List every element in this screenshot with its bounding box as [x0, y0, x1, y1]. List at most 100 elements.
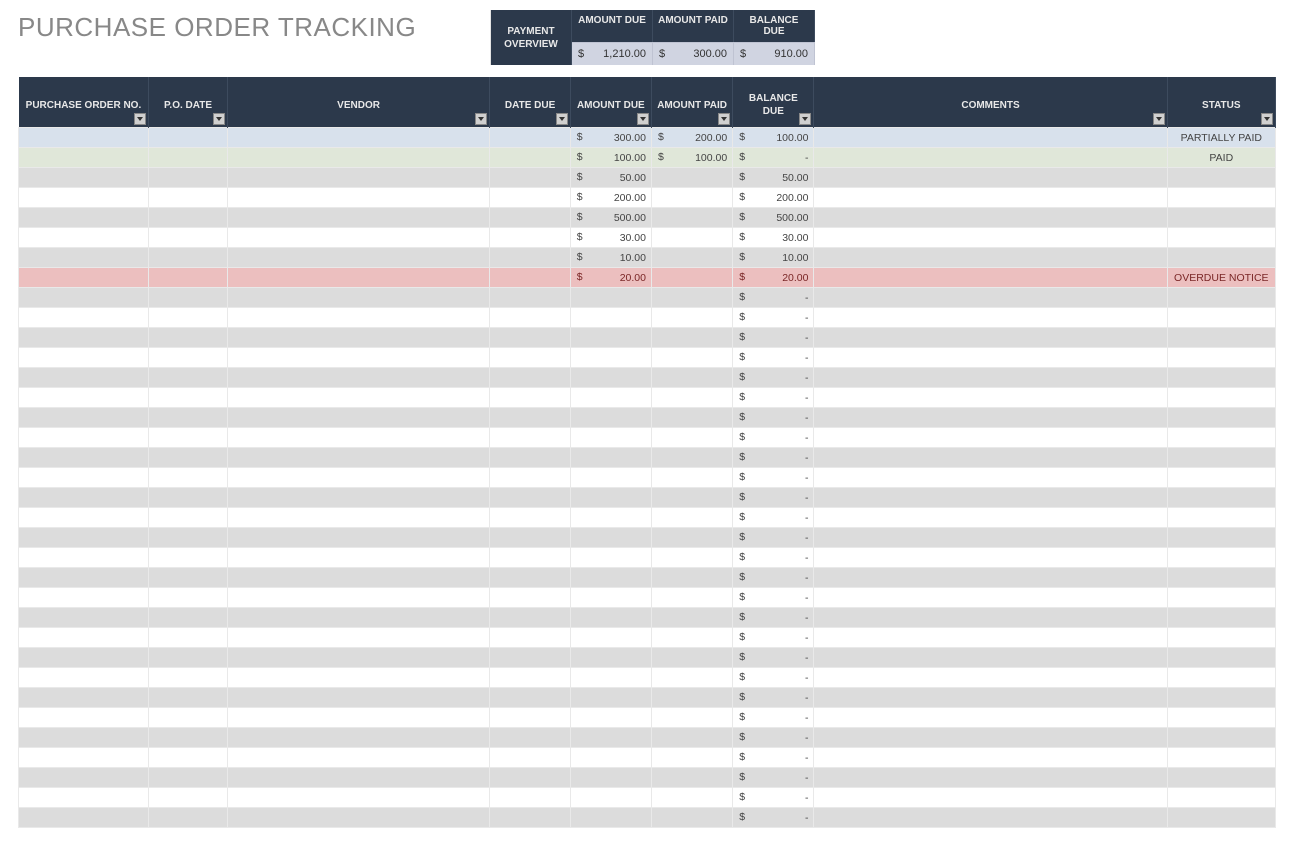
table-row[interactable]: $-: [19, 388, 1276, 408]
cell-purchase-order-no[interactable]: [19, 228, 149, 248]
cell-date-due[interactable]: [490, 348, 570, 368]
cell-amount-due[interactable]: [570, 428, 651, 448]
cell-po-date[interactable]: [149, 548, 227, 568]
cell-vendor[interactable]: [227, 288, 490, 308]
cell-balance-due[interactable]: $-: [733, 568, 814, 588]
table-row[interactable]: $-: [19, 768, 1276, 788]
cell-date-due[interactable]: [490, 668, 570, 688]
cell-vendor[interactable]: [227, 408, 490, 428]
cell-status[interactable]: [1167, 708, 1275, 728]
cell-date-due[interactable]: [490, 708, 570, 728]
cell-amount-paid[interactable]: [651, 248, 732, 268]
cell-date-due[interactable]: [490, 608, 570, 628]
cell-balance-due[interactable]: $50.00: [733, 168, 814, 188]
cell-status[interactable]: [1167, 388, 1275, 408]
cell-balance-due[interactable]: $-: [733, 328, 814, 348]
table-row[interactable]: $-: [19, 708, 1276, 728]
cell-amount-due[interactable]: [570, 668, 651, 688]
cell-vendor[interactable]: [227, 228, 490, 248]
cell-purchase-order-no[interactable]: [19, 668, 149, 688]
table-row[interactable]: $-: [19, 468, 1276, 488]
cell-amount-due[interactable]: [570, 708, 651, 728]
cell-status[interactable]: [1167, 628, 1275, 648]
filter-dropdown-icon[interactable]: [1261, 113, 1273, 125]
table-row[interactable]: $-: [19, 368, 1276, 388]
cell-status[interactable]: [1167, 448, 1275, 468]
cell-amount-due[interactable]: [570, 788, 651, 808]
cell-date-due[interactable]: [490, 228, 570, 248]
cell-status[interactable]: [1167, 368, 1275, 388]
cell-amount-due[interactable]: $10.00: [570, 248, 651, 268]
cell-po-date[interactable]: [149, 688, 227, 708]
cell-amount-due[interactable]: [570, 368, 651, 388]
cell-date-due[interactable]: [490, 408, 570, 428]
cell-vendor[interactable]: [227, 168, 490, 188]
table-row[interactable]: $-: [19, 408, 1276, 428]
cell-status[interactable]: [1167, 788, 1275, 808]
cell-purchase-order-no[interactable]: [19, 348, 149, 368]
cell-purchase-order-no[interactable]: [19, 268, 149, 288]
filter-dropdown-icon[interactable]: [475, 113, 487, 125]
cell-purchase-order-no[interactable]: [19, 568, 149, 588]
cell-balance-due[interactable]: $-: [733, 608, 814, 628]
cell-comments[interactable]: [814, 668, 1167, 688]
cell-vendor[interactable]: [227, 488, 490, 508]
cell-date-due[interactable]: [490, 128, 570, 148]
cell-balance-due[interactable]: $-: [733, 468, 814, 488]
cell-status[interactable]: [1167, 348, 1275, 368]
cell-date-due[interactable]: [490, 148, 570, 168]
cell-po-date[interactable]: [149, 348, 227, 368]
cell-status[interactable]: [1167, 188, 1275, 208]
cell-vendor[interactable]: [227, 568, 490, 588]
cell-amount-paid[interactable]: [651, 368, 732, 388]
cell-comments[interactable]: [814, 288, 1167, 308]
cell-status[interactable]: [1167, 228, 1275, 248]
table-row[interactable]: $100.00$100.00$-PAID: [19, 148, 1276, 168]
cell-date-due[interactable]: [490, 688, 570, 708]
cell-amount-due[interactable]: [570, 448, 651, 468]
cell-amount-paid[interactable]: [651, 448, 732, 468]
table-row[interactable]: $300.00$200.00$100.00PARTIALLY PAID: [19, 128, 1276, 148]
cell-date-due[interactable]: [490, 248, 570, 268]
cell-amount-paid[interactable]: [651, 308, 732, 328]
cell-balance-due[interactable]: $200.00: [733, 188, 814, 208]
cell-amount-due[interactable]: [570, 568, 651, 588]
cell-comments[interactable]: [814, 488, 1167, 508]
cell-amount-due[interactable]: $20.00: [570, 268, 651, 288]
cell-vendor[interactable]: [227, 588, 490, 608]
cell-amount-paid[interactable]: [651, 788, 732, 808]
cell-purchase-order-no[interactable]: [19, 368, 149, 388]
cell-comments[interactable]: [814, 128, 1167, 148]
cell-status[interactable]: [1167, 428, 1275, 448]
cell-amount-paid[interactable]: [651, 228, 732, 248]
cell-comments[interactable]: [814, 428, 1167, 448]
cell-vendor[interactable]: [227, 308, 490, 328]
table-row[interactable]: $-: [19, 508, 1276, 528]
cell-balance-due[interactable]: $-: [733, 428, 814, 448]
cell-date-due[interactable]: [490, 588, 570, 608]
table-row[interactable]: $-: [19, 348, 1276, 368]
table-row[interactable]: $20.00$20.00OVERDUE NOTICE: [19, 268, 1276, 288]
cell-comments[interactable]: [814, 368, 1167, 388]
cell-comments[interactable]: [814, 148, 1167, 168]
cell-amount-paid[interactable]: $100.00: [651, 148, 732, 168]
cell-vendor[interactable]: [227, 468, 490, 488]
cell-purchase-order-no[interactable]: [19, 648, 149, 668]
cell-vendor[interactable]: [227, 668, 490, 688]
cell-vendor[interactable]: [227, 248, 490, 268]
cell-amount-due[interactable]: [570, 528, 651, 548]
cell-status[interactable]: [1167, 748, 1275, 768]
cell-status[interactable]: [1167, 408, 1275, 428]
cell-purchase-order-no[interactable]: [19, 208, 149, 228]
table-row[interactable]: $50.00 $50.00: [19, 168, 1276, 188]
cell-amount-due[interactable]: $50.00: [570, 168, 651, 188]
cell-po-date[interactable]: [149, 148, 227, 168]
cell-comments[interactable]: [814, 568, 1167, 588]
cell-purchase-order-no[interactable]: [19, 708, 149, 728]
cell-comments[interactable]: [814, 648, 1167, 668]
cell-vendor[interactable]: [227, 528, 490, 548]
cell-po-date[interactable]: [149, 188, 227, 208]
cell-comments[interactable]: [814, 408, 1167, 428]
cell-po-date[interactable]: [149, 428, 227, 448]
cell-date-due[interactable]: [490, 808, 570, 828]
